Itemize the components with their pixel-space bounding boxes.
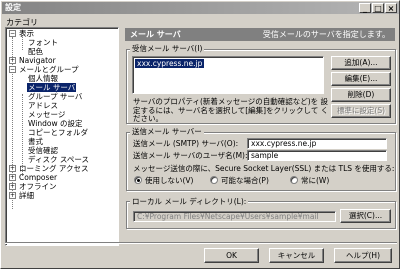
tree-item-formatting[interactable]: 書式 [28, 137, 43, 146]
local-directory-label: ローカル メール ディレクトリ(L): [130, 197, 249, 206]
expand-toggle[interactable]: − [9, 66, 16, 73]
tree-item-advanced[interactable]: 詳細 [19, 191, 34, 200]
set-default-button[interactable]: 標準に設定(S) [331, 104, 391, 118]
tree-item-identity[interactable]: 個人情報 [28, 74, 58, 83]
outgoing-server-label: 送信メール サーバー [130, 127, 204, 136]
tree-item-colors[interactable]: 配色 [28, 47, 43, 56]
tree-item-roaming[interactable]: ローミング アクセス [19, 164, 89, 173]
expand-toggle[interactable]: − [9, 30, 16, 37]
tree-item-address[interactable]: アドレス [28, 101, 58, 110]
smtp-server-label: 送信メール (SMTP) サーバ(O): [133, 139, 239, 148]
title-bar: 設定 _ □ × [2, 2, 399, 14]
delete-server-button[interactable]: 削除(D) [331, 88, 391, 102]
incoming-server-note: サーバのプロパティ(新着メッセージの自動確認など)を 設定するには、サーバ名を選… [133, 97, 329, 123]
incoming-server-list[interactable]: xxx.cypress.ne.jp [132, 56, 324, 94]
ssl-if-possible-label: 可能な場合(P) [221, 176, 269, 185]
tree-item-display[interactable]: 表示 [19, 29, 34, 38]
ok-button[interactable]: OK [204, 248, 259, 263]
local-directory-path: C:¥Program Files¥Netscape¥Users¥sample¥m… [133, 211, 336, 222]
incoming-server-label: 受信メール サーバ(I) [130, 44, 205, 53]
ssl-never-label: 使用しない(V) [145, 176, 194, 185]
minimize-button[interactable]: _ [359, 3, 371, 13]
smtp-user-label: 送信メール サーバのユーザ名(M): [133, 151, 248, 160]
smtp-server-input[interactable]: xxx.cypress.ne.jp [247, 138, 387, 149]
edit-server-button[interactable]: 編集(E)... [331, 72, 391, 86]
tree-item-window-settings[interactable]: Window の設定 [28, 119, 82, 128]
tree-item-fonts[interactable]: フォント [28, 38, 58, 47]
expand-toggle[interactable]: + [9, 192, 16, 199]
tree-item-messages[interactable]: メッセージ [28, 110, 65, 119]
ssl-never-radio[interactable] [134, 176, 142, 184]
panel-title: メール サーバ [130, 30, 181, 39]
settings-window: 設定 _ □ × カテゴリ − 表示 フォント 配色 + Navigator −… [0, 0, 400, 269]
panel-description: 受信メールのサーバを指定します。 [262, 30, 390, 39]
add-server-button[interactable]: 追加(A)... [331, 56, 391, 70]
ssl-always-radio[interactable] [290, 176, 298, 184]
ssl-label: メッセージ送信の際に、Secure Socket Layer(SSL) または … [133, 164, 395, 173]
tree-item-offline[interactable]: オフライン [19, 182, 57, 191]
tree-item-return-receipts[interactable]: 受信確認 [28, 146, 58, 155]
tree-item-mail-groups[interactable]: メールとグループ [19, 65, 79, 74]
expand-toggle[interactable]: + [9, 183, 16, 190]
tree-item-copies-folders[interactable]: コピーとフォルダ [28, 128, 88, 137]
incoming-server-item[interactable]: xxx.cypress.ne.jp [135, 59, 205, 68]
expand-toggle[interactable]: + [9, 174, 16, 181]
ssl-always-label: 常に(W) [301, 176, 330, 185]
cancel-button[interactable]: キャンセル [269, 248, 324, 263]
ssl-if-possible-radio[interactable] [210, 176, 218, 184]
tree-item-group-server[interactable]: グループ サーバ [28, 92, 82, 101]
help-button[interactable]: ヘルプ(H) [334, 248, 392, 263]
expand-toggle[interactable]: + [9, 57, 16, 64]
smtp-user-input[interactable]: sample [247, 150, 387, 161]
expand-toggle[interactable]: + [9, 165, 16, 172]
window-title: 設定 [5, 3, 21, 12]
close-button[interactable]: × [385, 3, 397, 13]
footer-divider [5, 242, 397, 244]
maximize-button[interactable]: □ [372, 3, 384, 13]
panel-header: メール サーバ 受信メールのサーバを指定します。 [125, 28, 395, 41]
tree-item-navigator[interactable]: Navigator [19, 56, 56, 65]
tree-item-disk-space[interactable]: ディスク スペース [28, 155, 89, 164]
tree-item-mail-server[interactable]: メール サーバ [27, 83, 77, 92]
choose-directory-button[interactable]: 選択(C)... [340, 209, 391, 223]
category-tree[interactable]: − 表示 フォント 配色 + Navigator − メールとグループ 個人情報… [5, 27, 119, 246]
tree-item-composer[interactable]: Composer [19, 173, 57, 182]
